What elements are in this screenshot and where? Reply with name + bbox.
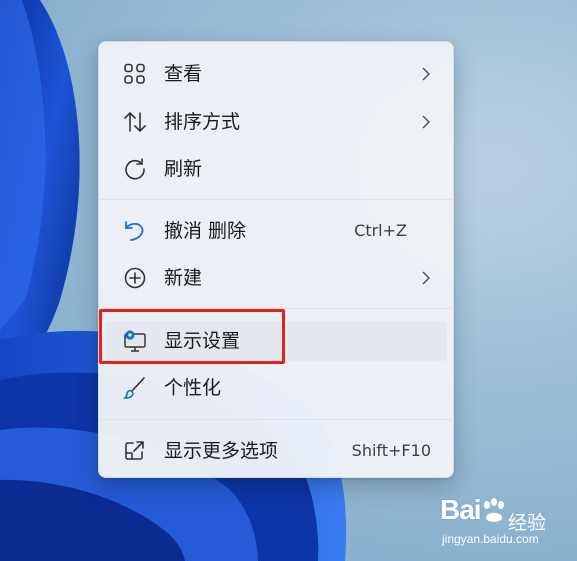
undo-icon [125,221,144,241]
watermark-url: jingyan.baidu.com [442,532,539,546]
menu-item-label: 个性化 [164,377,222,399]
menu-item-label: 撤消 删除 [164,220,247,242]
shortcut-label: Shift+F10 [351,441,431,460]
add-circle-icon [124,267,146,289]
chevron-right-icon [422,67,431,81]
menu-separator [99,419,453,420]
menu-item-undo-delete[interactable]: 撤消 删除 Ctrl+Z [105,211,447,251]
menu-item-label: 新建 [164,267,203,289]
watermark-brand-suffix: 经验 [508,513,547,534]
menu-item-new[interactable]: 新建 [105,258,447,298]
chevron-right-icon [422,271,431,285]
brush-icon [123,377,145,399]
menu-item-sort-by[interactable]: 排序方式 [105,102,447,142]
menu-item-label: 查看 [164,63,203,85]
shortcut-label: Ctrl+Z [354,221,407,240]
menu-item-label: 显示更多选项 [164,440,279,462]
menu-item-view[interactable]: 查看 [105,54,447,94]
context-menu: 查看 排序方式 刷新 撤消 删除 Ctrl+Z 新建 显示设置 个性化 显示更多… [98,41,454,478]
menu-item-personalize[interactable]: 个性化 [105,368,447,408]
annotation-highlight-box [99,309,285,364]
refresh-icon [125,158,145,180]
menu-item-label: 排序方式 [164,111,241,133]
menu-item-show-more-options[interactable]: 显示更多选项 Shift+F10 [105,431,447,471]
menu-item-refresh[interactable]: 刷新 [105,149,447,189]
menu-separator [99,199,453,200]
open-external-icon [125,441,144,460]
menu-item-label: 刷新 [164,158,203,180]
sort-arrows-icon [124,112,146,132]
watermark-logo: Bai [440,494,482,525]
grid-view-icon [124,63,145,84]
baidu-jingyan-watermark: Bai 经验 jingyan.baidu.com [440,494,570,554]
paw-icon [484,498,504,522]
chevron-right-icon [422,115,431,129]
